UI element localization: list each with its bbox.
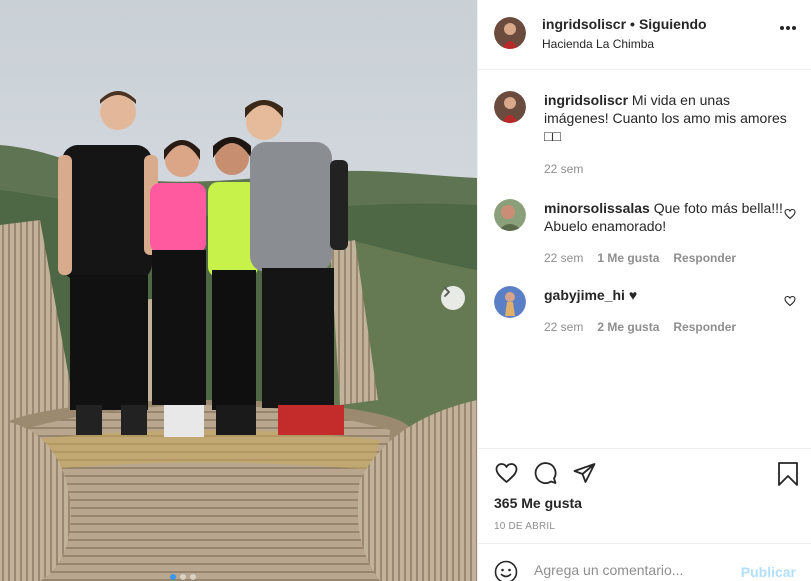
- comment-meta: 22 sem 2 Me gusta Responder: [544, 320, 736, 334]
- add-comment-bar: Publicar: [478, 543, 811, 581]
- comment-time[interactable]: 22 sem: [544, 251, 583, 265]
- post-photo[interactable]: [0, 0, 477, 581]
- share-paper-plane-icon[interactable]: [572, 461, 597, 485]
- header-line: ingridsoliscr • Siguiendo: [542, 16, 707, 32]
- author-avatar[interactable]: [494, 17, 526, 49]
- header-separator: •: [630, 16, 635, 32]
- carousel-dot: [170, 574, 176, 580]
- emoji-smiley-icon[interactable]: [494, 560, 518, 581]
- comment-text: ♥: [628, 287, 638, 303]
- carousel-dot: [190, 574, 196, 580]
- carousel-dot: [180, 574, 186, 580]
- comment-meta: 22 sem 1 Me gusta Responder: [544, 251, 736, 265]
- heart-outline-icon[interactable]: [784, 294, 796, 310]
- next-photo-button[interactable]: [441, 286, 465, 310]
- carousel-dots: [170, 574, 196, 580]
- post-header: ingridsoliscr • Siguiendo Hacienda La Chim…: [478, 0, 811, 70]
- save-bookmark-icon[interactable]: [776, 461, 800, 487]
- comment-body: minorsolissalas Que foto más bella!!! Ab…: [544, 199, 794, 235]
- comment-body: gabyjime_hi ♥: [544, 286, 794, 304]
- commenter-avatar[interactable]: [494, 199, 526, 231]
- publish-comment-button[interactable]: Publicar: [741, 564, 796, 580]
- chevron-right-icon: [444, 287, 450, 297]
- comment-username[interactable]: gabyjime_hi: [544, 287, 625, 303]
- follow-status-button[interactable]: Siguiendo: [639, 16, 707, 32]
- heart-outline-icon[interactable]: [784, 207, 796, 223]
- comment-likes[interactable]: 1 Me gusta: [597, 251, 659, 265]
- comment-likes[interactable]: 2 Me gusta: [597, 320, 659, 334]
- caption-username[interactable]: ingridsoliscr: [544, 92, 628, 108]
- person-2: [150, 140, 206, 437]
- post-location[interactable]: Hacienda La Chimba: [542, 37, 654, 51]
- comment-time[interactable]: 22 sem: [544, 320, 583, 334]
- post-details-panel: ingridsoliscr • Siguiendo Hacienda La Chim…: [477, 0, 811, 581]
- caption-avatar[interactable]: [494, 91, 526, 123]
- caption-body: ingridsoliscr Mi vida en unas imágenes! …: [544, 91, 794, 145]
- post-date: 10 DE ABRIL: [494, 521, 556, 532]
- like-heart-icon[interactable]: [494, 461, 519, 485]
- author-username[interactable]: ingridsoliscr: [542, 16, 626, 32]
- more-horizontal-icon[interactable]: [780, 26, 796, 30]
- reply-button[interactable]: Responder: [673, 320, 736, 334]
- caption-time[interactable]: 22 sem: [544, 162, 583, 176]
- likes-count[interactable]: 365 Me gusta: [494, 495, 582, 511]
- comment-input[interactable]: [534, 562, 734, 578]
- commenter-avatar[interactable]: [494, 286, 526, 318]
- comment-bubble-icon[interactable]: [533, 461, 558, 485]
- action-icons: [494, 461, 597, 485]
- reply-button[interactable]: Responder: [673, 251, 736, 265]
- post-actions: 365 Me gusta 10 DE ABRIL Publicar: [478, 448, 811, 581]
- photo-scene: [0, 0, 477, 581]
- comment-username[interactable]: minorsolissalas: [544, 200, 650, 216]
